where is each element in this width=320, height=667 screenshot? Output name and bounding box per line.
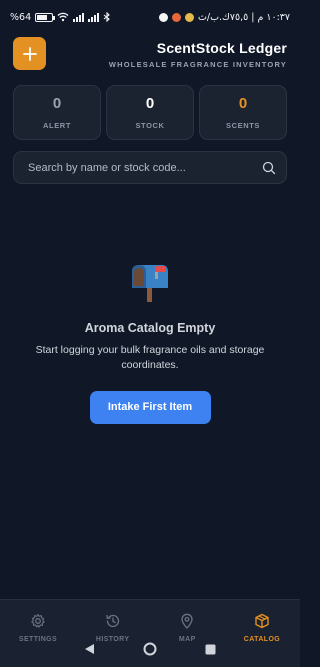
history-icon bbox=[106, 614, 119, 628]
status-bar-right: ١٠:٣٧ م | ٧٥,٥ك.ب/ث bbox=[158, 11, 290, 23]
nav-item-catalog[interactable]: CATALOG bbox=[238, 613, 286, 643]
search-icon[interactable] bbox=[262, 161, 276, 175]
search-bar bbox=[13, 151, 287, 184]
stat-label: SCENTS bbox=[225, 121, 261, 130]
empty-state-description: Start logging your bulk fragrance oils a… bbox=[35, 344, 265, 371]
stat-value: 0 bbox=[145, 95, 155, 112]
gear-icon bbox=[31, 613, 45, 628]
signal-icon bbox=[73, 12, 85, 22]
search-input[interactable] bbox=[28, 161, 262, 174]
stat-label: ALERT bbox=[43, 121, 71, 130]
bluetooth-icon bbox=[103, 12, 110, 22]
mailbox-icon bbox=[132, 265, 168, 302]
nav-item-map[interactable]: MAP bbox=[163, 613, 211, 643]
nav-item-settings[interactable]: SETTINGS bbox=[14, 613, 62, 643]
nav-item-history[interactable]: HISTORY bbox=[89, 613, 137, 643]
home-icon[interactable] bbox=[143, 642, 157, 656]
bottom-nav: SETTINGS HISTORY MAP CATALOG bbox=[0, 599, 300, 667]
intake-first-item-button[interactable]: Intake First Item bbox=[89, 391, 211, 424]
empty-state-title: Aroma Catalog Empty bbox=[84, 321, 216, 335]
stat-card-scents[interactable]: 0 SCENTS bbox=[199, 85, 287, 140]
app-notification-icon bbox=[171, 12, 181, 22]
stats-row: 0 ALERT 0 STOCK 0 SCENTS bbox=[13, 85, 287, 140]
status-bar: %64 ١٠:٣٧ م | ٧٥,٥ك.ب/ث bbox=[0, 0, 300, 34]
status-time: ١٠:٣٧ م | ٧٥,٥ك.ب/ث bbox=[197, 11, 290, 23]
notification-icon bbox=[158, 12, 168, 22]
app-header: ScentStock Ledger WHOLESALE FRAGRANCE IN… bbox=[109, 40, 287, 69]
battery-icon bbox=[35, 12, 56, 22]
app-notification-icon-2 bbox=[184, 12, 194, 22]
app-subtitle: WHOLESALE FRAGRANCE INVENTORY bbox=[108, 60, 287, 69]
stat-value: 0 bbox=[52, 95, 62, 112]
stat-value: 0 bbox=[238, 95, 248, 112]
status-bar-left: %64 bbox=[10, 12, 111, 23]
box-icon bbox=[255, 613, 269, 629]
add-item-button[interactable] bbox=[13, 37, 46, 70]
stat-card-alert[interactable]: 0 ALERT bbox=[13, 85, 101, 140]
empty-state: Aroma Catalog Empty Start logging your b… bbox=[0, 262, 300, 424]
wifi-icon bbox=[57, 12, 69, 22]
signal-icon-2 bbox=[88, 12, 100, 22]
stat-label: STOCK bbox=[135, 121, 165, 130]
plus-icon bbox=[22, 46, 37, 61]
map-pin-icon bbox=[181, 613, 193, 629]
app-title: ScentStock Ledger bbox=[156, 40, 287, 56]
stat-card-stock[interactable]: 0 STOCK bbox=[106, 85, 194, 140]
battery-percent: %64 bbox=[10, 11, 32, 23]
system-nav-bar bbox=[0, 642, 300, 656]
back-icon[interactable] bbox=[84, 643, 95, 655]
recents-icon[interactable] bbox=[205, 644, 216, 655]
